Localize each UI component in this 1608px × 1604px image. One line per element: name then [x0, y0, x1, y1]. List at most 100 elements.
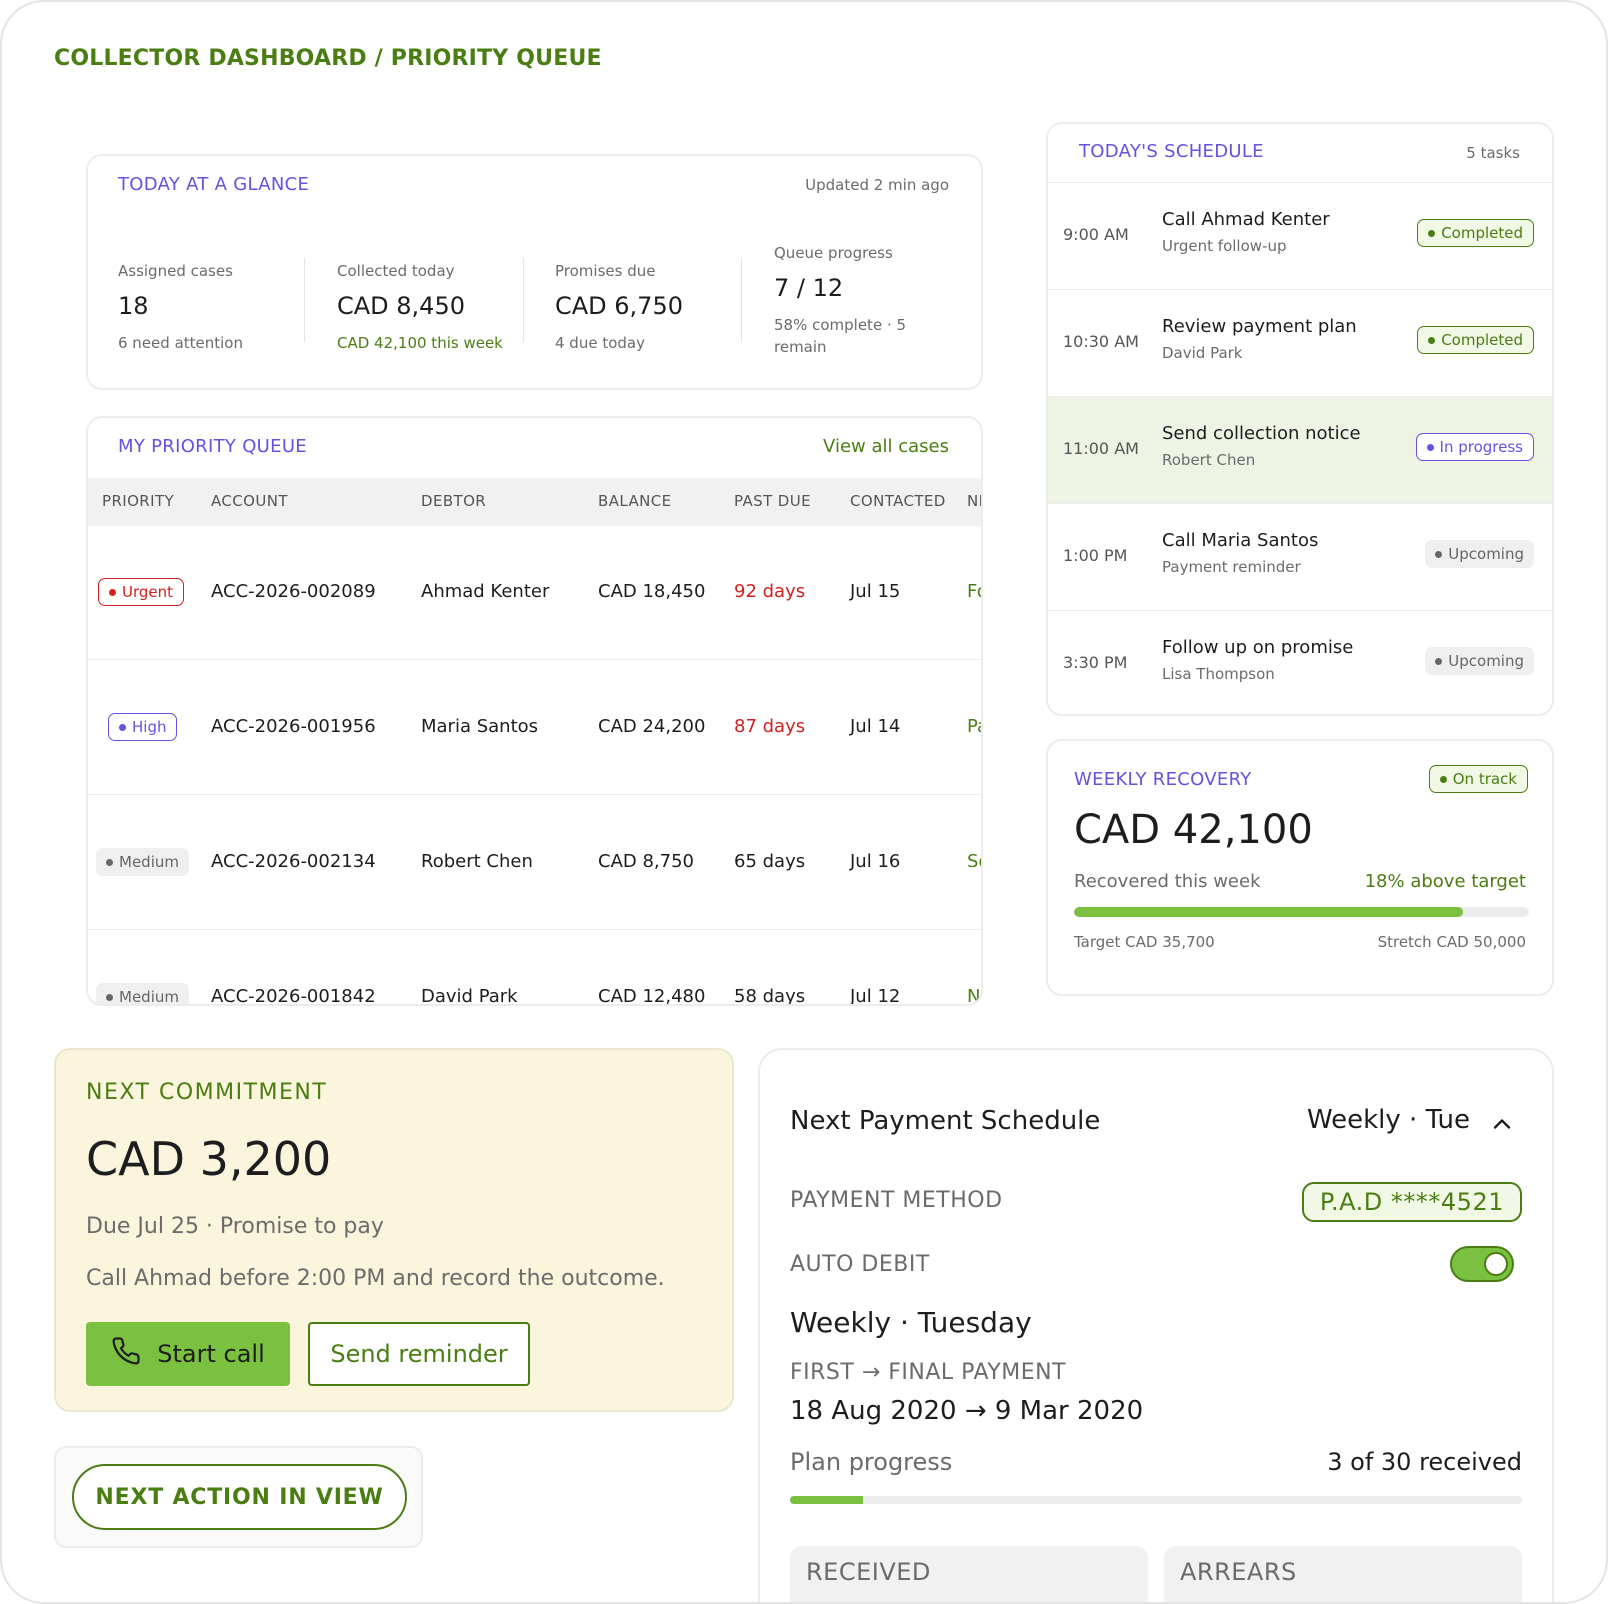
- stat-label: Assigned cases: [118, 262, 233, 280]
- col-debtor[interactable]: DEBTOR: [421, 492, 486, 510]
- stat-promises: Promises due CAD 6,750 4 due today: [555, 262, 775, 354]
- table-row[interactable]: Medium ACC-2026-001842 David Park CAD 12…: [88, 931, 981, 1006]
- next-cell: Send notice: [967, 851, 981, 872]
- contacted-cell: Jul 16: [850, 851, 901, 872]
- commitment-amount: CAD 3,200: [86, 1132, 332, 1186]
- next-cell: Follow up: [967, 581, 981, 602]
- schedule-item[interactable]: 3:30 PM Follow up on promise Lisa Thomps…: [1048, 610, 1552, 714]
- debtor-cell: David Park: [421, 986, 518, 1006]
- page-title: COLLECTOR DASHBOARD / PRIORITY QUEUE: [54, 46, 602, 71]
- col-account[interactable]: ACCOUNT: [211, 492, 288, 510]
- phone-icon: [111, 1336, 141, 1372]
- balance-cell: CAD 24,200: [598, 716, 706, 737]
- status-badge: Upcoming: [1425, 540, 1534, 568]
- balance-cell: CAD 18,450: [598, 581, 706, 602]
- commitment-due: Due Jul 25 · Promise to pay: [86, 1214, 384, 1239]
- debtor-cell: Robert Chen: [421, 851, 533, 872]
- col-priority[interactable]: PRIORITY: [102, 492, 174, 510]
- schedule-item[interactable]: 1:00 PM Call Maria Santos Payment remind…: [1048, 503, 1552, 610]
- stat-value: 7 / 12: [774, 274, 844, 302]
- debtor-cell: Maria Santos: [421, 716, 539, 737]
- schedule-task-title: Send collection notice: [1162, 423, 1361, 444]
- plan-progress-label: Plan progress: [790, 1448, 953, 1476]
- schedule-task-title: Call Maria Santos: [1162, 530, 1319, 551]
- queue-title: MY PRIORITY QUEUE: [118, 436, 307, 457]
- auto-debit-label: AUTO DEBIT: [790, 1252, 930, 1277]
- schedule-task-title: Review payment plan: [1162, 316, 1357, 337]
- col-past-due[interactable]: PAST DUE: [734, 492, 811, 510]
- start-call-button[interactable]: Start call: [86, 1322, 290, 1386]
- recovery-progress-bar: [1074, 907, 1529, 917]
- stat-sub: CAD 42,100 this week: [337, 334, 503, 352]
- glance-title: TODAY AT A GLANCE: [118, 174, 310, 195]
- stat-value: 18: [118, 292, 149, 320]
- send-reminder-button[interactable]: Send reminder: [308, 1322, 530, 1386]
- task-count: 5 tasks: [1466, 144, 1520, 162]
- col-balance[interactable]: BALANCE: [598, 492, 672, 510]
- status-badge: Completed: [1417, 326, 1534, 354]
- stat-value: CAD 8,450: [337, 292, 465, 320]
- divider: [304, 258, 305, 342]
- status-badge: Upcoming: [1425, 647, 1534, 675]
- schedule-item[interactable]: 10:30 AM Review payment plan David Park …: [1048, 289, 1552, 396]
- divider: [523, 258, 524, 342]
- table-row[interactable]: Urgent ACC-2026-002089 Ahmad Kenter CAD …: [88, 526, 981, 660]
- stat-sub: 4 due today: [555, 334, 645, 352]
- auto-debit-toggle[interactable]: [1450, 1246, 1514, 1282]
- schedule-text: Weekly · Tuesday: [790, 1306, 1032, 1339]
- start-call-label: Start call: [157, 1340, 265, 1368]
- payment-schedule-title: Next Payment Schedule: [790, 1106, 1101, 1136]
- next-cell: Negotiate: [967, 986, 981, 1006]
- dates-label: FIRST → FINAL PAYMENT: [790, 1360, 1067, 1385]
- contacted-cell: Jul 15: [850, 581, 901, 602]
- schedule-time: 9:00 AM: [1063, 225, 1129, 244]
- chevron-up-icon[interactable]: [1488, 1110, 1516, 1138]
- priority-badge: High: [108, 713, 178, 741]
- schedule-item[interactable]: 9:00 AM Call Ahmad Kenter Urgent follow-…: [1048, 182, 1552, 289]
- schedule-task-subtitle: Robert Chen: [1162, 451, 1256, 469]
- priority-badge: Urgent: [98, 578, 185, 606]
- stat-sub: 58% complete · 5 remain: [774, 316, 907, 356]
- view-all-cases-link[interactable]: View all cases: [823, 436, 949, 457]
- next-action-button[interactable]: NEXT ACTION IN VIEW: [72, 1464, 407, 1530]
- priority-badge: Medium: [96, 848, 189, 876]
- on-track-badge: On track: [1428, 765, 1528, 793]
- schedule-task-subtitle: David Park: [1162, 344, 1243, 362]
- debtor-cell: Ahmad Kenter: [421, 581, 550, 602]
- stat-assigned: Assigned cases 18 6 need attention: [118, 262, 338, 354]
- account-cell: ACC-2026-001956: [211, 716, 376, 737]
- weekly-caption: Recovered this week: [1074, 871, 1261, 892]
- schedule-time: 1:00 PM: [1063, 546, 1128, 565]
- col-next[interactable]: NEXT: [967, 492, 981, 510]
- table-header: PRIORITY ACCOUNT DEBTOR BALANCE PAST DUE…: [88, 478, 981, 526]
- recovery-progress-fill: [1074, 907, 1464, 917]
- stat-label: Collected today: [337, 262, 455, 280]
- table-row[interactable]: Medium ACC-2026-002134 Robert Chen CAD 8…: [88, 796, 981, 930]
- payment-frequency: Weekly · Tue: [1306, 1105, 1470, 1135]
- table-row[interactable]: High ACC-2026-001956 Maria Santos CAD 24…: [88, 661, 981, 795]
- balance-cell: CAD 12,480: [598, 986, 706, 1006]
- col-contacted[interactable]: CONTACTED: [850, 492, 946, 510]
- account-cell: ACC-2026-001842: [211, 986, 376, 1006]
- glance-card: TODAY AT A GLANCE Updated 2 min ago Assi…: [86, 154, 983, 390]
- schedule-item[interactable]: 11:00 AM Send collection notice Robert C…: [1048, 396, 1552, 503]
- payment-method-badge: P.A.D ****4521: [1301, 1182, 1522, 1222]
- stat-label: Queue progress: [774, 244, 893, 262]
- schedule-task-subtitle: Lisa Thompson: [1162, 665, 1275, 683]
- dashboard-frame: COLLECTOR DASHBOARD / PRIORITY QUEUE TOD…: [0, 0, 1608, 1604]
- received-tile: RECEIVED: [790, 1546, 1148, 1602]
- next-commitment-card: NEXT COMMITMENT CAD 3,200 Due Jul 25 · P…: [54, 1048, 734, 1412]
- stat-queue-progress: Queue progress 7 / 12 58% complete · 5 r…: [774, 244, 914, 358]
- weekly-title: WEEKLY RECOVERY: [1074, 769, 1252, 790]
- account-cell: ACC-2026-002134: [211, 851, 376, 872]
- toggle-knob: [1484, 1252, 1508, 1276]
- schedule-time: 10:30 AM: [1063, 332, 1139, 351]
- stretch-label: Stretch CAD 50,000: [1377, 933, 1526, 951]
- schedule-title: TODAY'S SCHEDULE: [1079, 141, 1264, 162]
- stat-label: Promises due: [555, 262, 656, 280]
- past-due-cell: 58 days: [734, 986, 806, 1006]
- above-target: 18% above target: [1364, 871, 1526, 892]
- account-cell: ACC-2026-002089: [211, 581, 376, 602]
- next-action-container: NEXT ACTION IN VIEW: [54, 1446, 423, 1548]
- arrears-tile: ARREARS: [1164, 1546, 1522, 1602]
